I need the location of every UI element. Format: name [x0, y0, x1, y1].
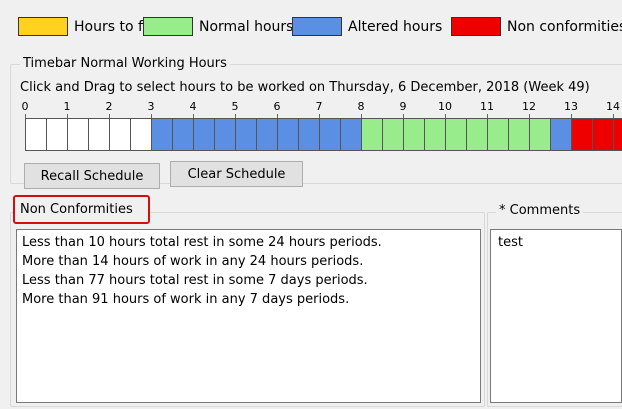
hour-tick-label: 7	[315, 100, 323, 113]
hour-tick-label: 9	[399, 100, 407, 113]
comments-textarea[interactable]: test	[490, 229, 622, 403]
timebar-cell-altered[interactable]	[172, 118, 194, 151]
hour-tick-label: 5	[231, 100, 239, 113]
timebar-cell-normal[interactable]	[424, 118, 446, 151]
timebar-cell-normal[interactable]	[403, 118, 425, 151]
legend-label: Non conformities	[507, 18, 622, 35]
hour-tick-label: 8	[357, 100, 365, 113]
timebar-cell-normal[interactable]	[361, 118, 383, 151]
legend: Hours to fill Normal hours Altered hours…	[8, 10, 622, 46]
hour-tick-label: 14	[606, 100, 620, 113]
nonconformity-line: Less than 77 hours total rest in some 7 …	[22, 273, 368, 288]
recall-schedule-button[interactable]: Recall Schedule	[24, 163, 160, 189]
legend-swatch	[18, 17, 68, 36]
hour-tick-label: 2	[105, 100, 113, 113]
timebar-cell-normal[interactable]	[529, 118, 551, 151]
timebar-cell-empty[interactable]	[88, 118, 110, 151]
timebar-cell-normal[interactable]	[382, 118, 404, 151]
legend-item-non-conformities: Non conformities	[451, 17, 622, 36]
hour-tick-label: 6	[273, 100, 281, 113]
hour-scale: 0 1 2 3 4 5 6 7 8 9 10 11 12 13 14	[0, 100, 622, 118]
nonconformity-line: More than 91 hours of work in any 7 days…	[22, 292, 350, 307]
hour-tick-label: 1	[63, 100, 71, 113]
timebar-cell-altered[interactable]	[193, 118, 215, 151]
legend-swatch	[292, 17, 342, 36]
legend-item-normal-hours: Normal hours	[143, 17, 293, 36]
hour-tick-label: 13	[564, 100, 578, 113]
timebar-cell-empty[interactable]	[46, 118, 68, 151]
nonconformities-textarea[interactable]: Less than 10 hours total rest in some 24…	[16, 229, 481, 403]
timebar-cell-nonconf[interactable]	[613, 118, 622, 151]
nonconformity-line: Less than 10 hours total rest in some 24…	[22, 235, 382, 250]
nonconformities-title: Non Conformities	[20, 202, 133, 217]
timebar-cell-altered[interactable]	[277, 118, 299, 151]
timebar-cell-normal[interactable]	[508, 118, 530, 151]
timebar-cell-altered[interactable]	[550, 118, 572, 151]
timebar-cell-nonconf[interactable]	[592, 118, 614, 151]
hour-tick-label: 0	[21, 100, 29, 113]
legend-item-altered-hours: Altered hours	[292, 17, 442, 36]
nonconformity-line: More than 14 hours of work in any 24 hou…	[22, 254, 364, 269]
hour-tick-label: 3	[147, 100, 155, 113]
timebar-cell-altered[interactable]	[256, 118, 278, 151]
timebar-cell-altered[interactable]	[214, 118, 236, 151]
timebar-cell-empty[interactable]	[25, 118, 47, 151]
timebar-cell-normal[interactable]	[445, 118, 467, 151]
hour-tick-label: 4	[189, 100, 197, 113]
timebar-cell-nonconf[interactable]	[571, 118, 593, 151]
timebar-cell-altered[interactable]	[298, 118, 320, 151]
hour-tick-label: 11	[480, 100, 494, 113]
timebar-cell-empty[interactable]	[130, 118, 152, 151]
hour-tick-label: 10	[438, 100, 452, 113]
legend-label: Normal hours	[199, 18, 294, 35]
nonconformities-title-highlight: Non Conformities	[13, 195, 150, 224]
timebar-cells[interactable]	[25, 118, 622, 152]
legend-label: Altered hours	[348, 18, 443, 35]
timebar-title: Timebar Normal Working Hours	[20, 56, 230, 71]
legend-swatch	[451, 17, 501, 36]
timebar-cell-normal[interactable]	[466, 118, 488, 151]
legend-item-hours-to-fill: Hours to fill	[18, 17, 155, 36]
timebar-cell-empty[interactable]	[67, 118, 89, 151]
legend-swatch	[143, 17, 193, 36]
timebar-cell-empty[interactable]	[109, 118, 131, 151]
timebar-cell-altered[interactable]	[319, 118, 341, 151]
hour-tick-label: 12	[522, 100, 536, 113]
timebar-instruction: Click and Drag to select hours to be wor…	[20, 80, 590, 95]
timebar-cell-normal[interactable]	[487, 118, 509, 151]
timebar-cell-altered[interactable]	[151, 118, 173, 151]
timebar-cell-altered[interactable]	[340, 118, 362, 151]
timebar-cell-altered[interactable]	[235, 118, 257, 151]
clear-schedule-button[interactable]: Clear Schedule	[170, 161, 303, 187]
comments-title: * Comments	[496, 203, 584, 218]
